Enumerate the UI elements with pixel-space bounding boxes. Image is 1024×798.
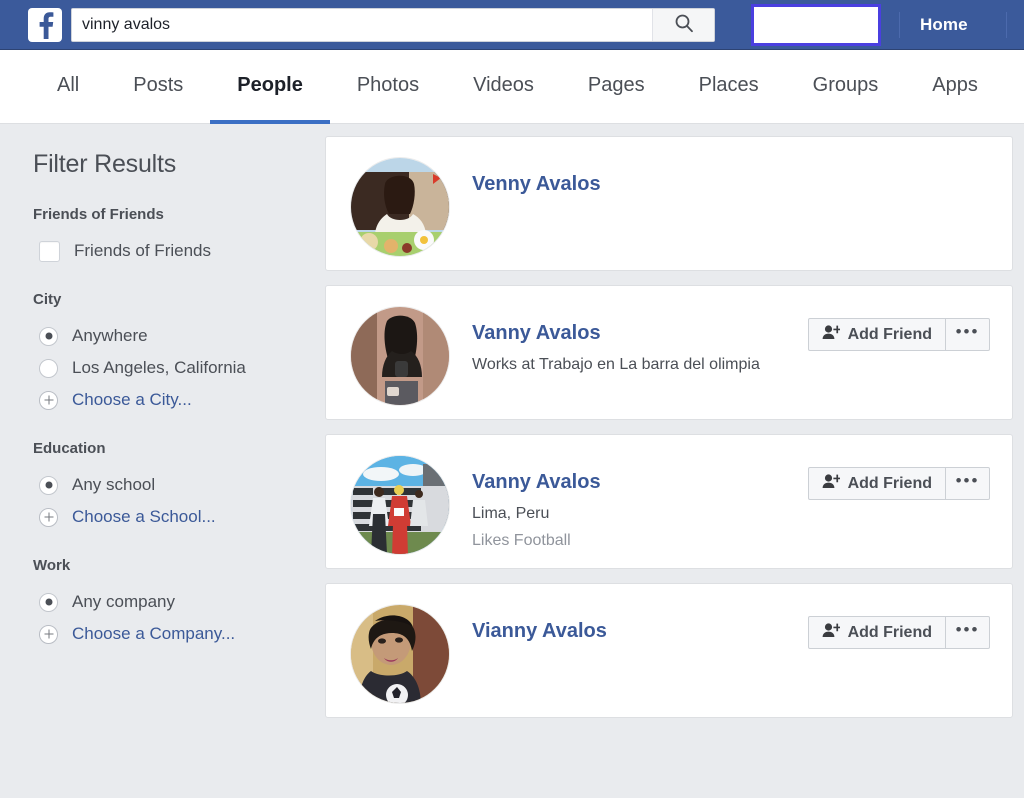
nav-link-home[interactable]: Home — [900, 15, 988, 35]
filter-option-any-company[interactable]: Any company — [33, 586, 325, 618]
filter-option-choose-company[interactable]: Choose a Company... — [33, 618, 325, 650]
tab-all[interactable]: All — [30, 51, 106, 124]
tab-videos[interactable]: Videos — [446, 51, 561, 124]
filter-option-anywhere[interactable]: Anywhere — [33, 320, 325, 352]
filter-option-choose-school[interactable]: Choose a School... — [33, 501, 325, 533]
add-friend-icon — [822, 324, 841, 345]
avatar[interactable] — [350, 604, 450, 704]
radio-icon[interactable] — [39, 358, 58, 378]
filter-option-label: Choose a Company... — [72, 624, 236, 643]
filter-option-label: Los Angeles, California — [72, 358, 246, 377]
filter-option-label: Choose a City... — [72, 390, 192, 409]
filter-heading: Friends of Friends — [33, 206, 164, 223]
person-subtitle: Lima, Peru — [472, 505, 550, 522]
add-friend-button[interactable]: Add Friend — [807, 616, 946, 649]
person-name-link[interactable]: Venny Avalos — [472, 173, 990, 195]
avatar[interactable] — [350, 455, 450, 555]
add-friend-button[interactable]: Add Friend — [807, 467, 946, 500]
add-friend-icon — [822, 473, 841, 494]
radio-icon[interactable] — [39, 475, 58, 495]
plus-circle-icon[interactable] — [39, 624, 58, 644]
page-body: Filter Results Friends of Friends Friend… — [0, 124, 1024, 797]
filter-option-any-school[interactable]: Any school — [33, 469, 325, 501]
filter-group-education: Education Any school Choose a School... — [33, 440, 325, 533]
add-friend-label: Add Friend — [847, 623, 932, 641]
result-actions: Add Friend ••• — [807, 467, 990, 500]
tab-posts[interactable]: Posts — [106, 51, 210, 124]
tab-people[interactable]: People — [210, 51, 330, 124]
add-friend-icon — [822, 622, 841, 643]
more-options-button[interactable]: ••• — [946, 467, 990, 500]
search-button[interactable] — [652, 8, 714, 41]
filter-option-label: Choose a School... — [72, 507, 216, 526]
nav-link-find-friends[interactable]: Fi — [1007, 15, 1024, 35]
filter-sidebar: Filter Results Friends of Friends Friend… — [0, 124, 325, 797]
more-options-button[interactable]: ••• — [946, 616, 990, 649]
radio-icon[interactable] — [39, 592, 58, 612]
filter-option-label: Any company — [72, 592, 175, 611]
top-navigation-bar: Home Fi — [0, 0, 1024, 50]
add-friend-button[interactable]: Add Friend — [807, 318, 946, 351]
filter-option-choose-city[interactable]: Choose a City... — [33, 384, 325, 416]
search-bar[interactable] — [71, 7, 715, 42]
filter-option-label: Friends of Friends — [74, 241, 211, 260]
filter-heading: Work — [33, 557, 71, 574]
add-friend-label: Add Friend — [847, 474, 932, 492]
page-title: Filter Results — [33, 150, 177, 178]
filter-option-label: Any school — [72, 475, 156, 494]
filter-option-los-angeles[interactable]: Los Angeles, California — [33, 352, 325, 384]
tab-places[interactable]: Places — [672, 51, 786, 124]
filter-group-work: Work Any company Choose a Company... — [33, 557, 325, 650]
person-subtitle-secondary: Likes Football — [472, 532, 571, 549]
table-row[interactable]: Venny Avalos — [325, 136, 1013, 271]
filter-heading: City — [33, 291, 62, 308]
filter-group-city: City Anywhere Los Angeles, California Ch… — [33, 291, 325, 416]
tab-photos[interactable]: Photos — [330, 51, 446, 124]
filter-heading: Education — [33, 440, 106, 457]
tab-pages[interactable]: Pages — [561, 51, 672, 124]
avatar[interactable] — [350, 157, 450, 257]
filter-option-friends-of-friends[interactable]: Friends of Friends — [33, 235, 325, 267]
filter-option-label: Anywhere — [72, 326, 148, 345]
table-row[interactable]: Vanny Avalos Lima, Peru Likes Football A… — [325, 434, 1013, 569]
tab-groups[interactable]: Groups — [786, 51, 906, 124]
search-result-tabs: All Posts People Photos Videos Pages Pla… — [0, 50, 1024, 124]
result-actions: Add Friend ••• — [807, 616, 990, 649]
radio-icon[interactable] — [39, 326, 58, 346]
plus-circle-icon[interactable] — [39, 390, 58, 410]
result-actions: Add Friend ••• — [807, 318, 990, 351]
table-row[interactable]: Vanny Avalos Works at Trabajo en La barr… — [325, 285, 1013, 420]
checkbox-icon[interactable] — [39, 240, 60, 262]
more-options-button[interactable]: ••• — [946, 318, 990, 351]
table-row[interactable]: Vianny Avalos Add Friend ••• — [325, 583, 1013, 718]
tab-apps[interactable]: Apps — [905, 51, 1005, 124]
filter-group-friends-of-friends: Friends of Friends Friends of Friends — [33, 206, 325, 267]
result-info: Venny Avalos — [472, 157, 990, 270]
plus-circle-icon[interactable] — [39, 507, 58, 527]
search-icon — [674, 13, 694, 36]
avatar[interactable] — [350, 306, 450, 406]
search-results-list: Venny Avalos Vanny Avalos Works at Traba… — [325, 124, 1024, 797]
facebook-logo-icon[interactable] — [28, 7, 62, 42]
search-input[interactable] — [72, 8, 652, 41]
redacted-profile-name-box[interactable] — [751, 3, 881, 46]
person-subtitle: Works at Trabajo en La barra del olimpia — [472, 356, 760, 373]
add-friend-label: Add Friend — [847, 325, 932, 343]
